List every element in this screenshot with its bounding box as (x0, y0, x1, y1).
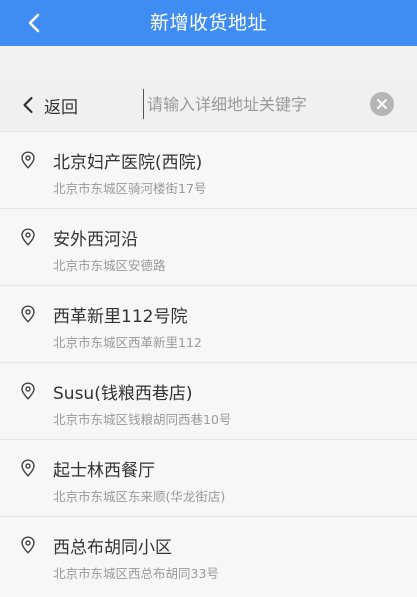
location-pin-icon (21, 228, 35, 246)
place-name: 西总布胡同小区 (53, 538, 172, 558)
location-pin-icon (21, 305, 35, 323)
location-pin-icon (21, 151, 35, 169)
place-address: 北京市东城区西革新里112 (53, 335, 202, 350)
place-address: 北京市东城区安德路 (53, 258, 166, 273)
place-name: 西革新里112号院 (53, 307, 188, 327)
place-address: 北京市东城区钱粮胡同西巷10号 (53, 412, 232, 427)
clear-search-button[interactable] (370, 92, 394, 116)
list-item[interactable]: 起士林西餐厅 北京市东城区东来顺(华龙街店) (0, 440, 417, 517)
list-item[interactable]: Susu(钱粮西巷店) 北京市东城区钱粮胡同西巷10号 (0, 363, 417, 440)
place-address: 北京市东城区东来顺(华龙街店) (53, 489, 226, 504)
search-back-button[interactable]: 返回 (22, 91, 78, 119)
list-item[interactable]: 西革新里112号院 北京市东城区西革新里112 (0, 286, 417, 363)
place-name: Susu(钱粮西巷店) (53, 384, 193, 404)
place-name: 起士林西餐厅 (53, 461, 155, 481)
close-icon (377, 99, 387, 109)
location-pin-icon (21, 382, 35, 400)
app-header: 新增收货地址 (0, 0, 417, 46)
list-item[interactable]: 安外西河沿 北京市东城区安德路 (0, 209, 417, 286)
chevron-left-icon (23, 96, 33, 114)
list-item[interactable]: 西总布胡同小区 北京市东城区西总布胡同33号 (0, 517, 417, 597)
address-result-list: 北京妇产医院(西院) 北京市东城区骑河楼街17号 安外西河沿 北京市东城区安德路… (0, 132, 417, 597)
location-pin-icon (21, 536, 35, 554)
place-address: 北京市东城区骑河楼街17号 (53, 181, 207, 196)
place-address: 北京市东城区西总布胡同33号 (53, 566, 219, 581)
page-title: 新增收货地址 (149, 12, 267, 34)
search-input[interactable] (143, 89, 362, 119)
search-bar: 返回 (0, 79, 417, 132)
place-name: 安外西河沿 (53, 230, 138, 250)
place-name: 北京妇产医院(西院) (53, 153, 203, 173)
search-back-label: 返回 (44, 97, 78, 118)
header-spacer (0, 46, 417, 79)
location-pin-icon (21, 459, 35, 477)
list-item[interactable]: 北京妇产医院(西院) 北京市东城区骑河楼街17号 (0, 132, 417, 209)
